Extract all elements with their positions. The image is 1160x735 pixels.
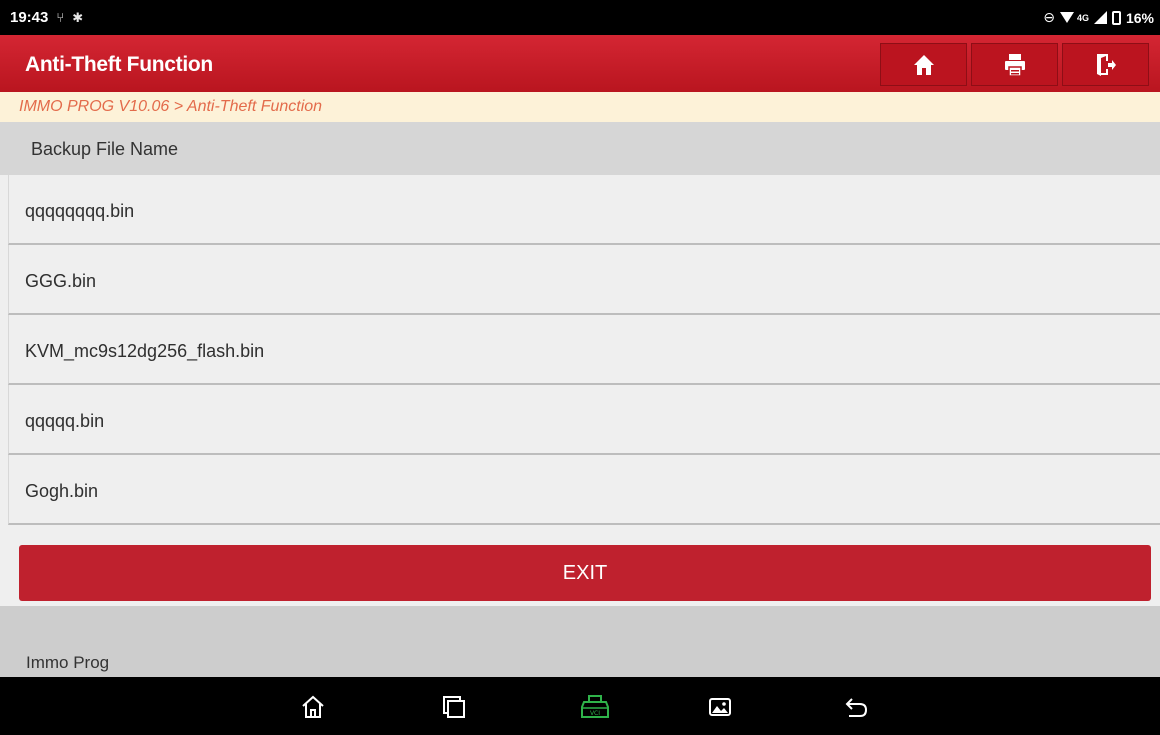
file-name: GGG.bin: [25, 271, 97, 291]
home-icon: [913, 54, 934, 75]
list-item[interactable]: qqqqq.bin: [8, 385, 1160, 455]
dnd-icon: ⊖: [1043, 9, 1055, 25]
gallery-icon: [709, 698, 731, 716]
list-item[interactable]: KVM_mc9s12dg256_flash.bin: [8, 315, 1160, 385]
signal-icon: [1093, 11, 1107, 24]
exit-button[interactable]: EXIT: [19, 545, 1151, 601]
back-icon: [845, 698, 868, 717]
print-button[interactable]: [971, 43, 1058, 86]
print-icon: [1004, 53, 1025, 77]
status-time: 19:43: [10, 9, 49, 26]
battery-icon: [1111, 10, 1121, 25]
column-header: Backup File Name: [0, 122, 1160, 175]
file-list[interactable]: qqqqqqqq.bin GGG.bin KVM_mc9s12dg256_fla…: [0, 175, 1160, 539]
usb-debug-icon: ⑂: [56, 10, 65, 25]
file-name: qqqqqqqq.bin: [25, 201, 135, 221]
file-name: qqqqq.bin: [25, 411, 105, 431]
network-type: 4G: [1076, 12, 1089, 23]
exit-icon: [1096, 53, 1116, 76]
nav-gallery-button[interactable]: [707, 694, 733, 720]
status-bar-right: ⊖ 4G 16%: [1043, 9, 1154, 26]
status-bar: 19:43 ⑂ ✱ ⊖ 4G 16%: [0, 0, 1160, 35]
list-item[interactable]: GGG.bin: [8, 245, 1160, 315]
navigation-bar: VCI: [0, 677, 1160, 735]
file-name: Gogh.bin: [25, 481, 99, 501]
wifi-icon: [1059, 12, 1074, 23]
nav-back-button[interactable]: [843, 694, 869, 720]
bluetooth-icon: ✱: [72, 9, 84, 25]
battery-level: 16%: [1125, 9, 1154, 26]
list-item[interactable]: Gogh.bin: [8, 455, 1160, 525]
footer-bar: Immo Prog: [0, 606, 1160, 677]
svg-text:VCI: VCI: [590, 710, 600, 717]
status-bar-left: 19:43 ⑂ ✱: [10, 9, 83, 26]
vci-icon: VCI: [581, 695, 609, 718]
nav-vci-button[interactable]: VCI: [580, 694, 610, 720]
recent-apps-icon: [443, 696, 465, 718]
exit-app-button[interactable]: [1062, 43, 1149, 86]
list-item[interactable]: qqqqqqqq.bin: [8, 175, 1160, 245]
breadcrumb-text: IMMO PROG V10.06 > Anti-Theft Function: [19, 98, 323, 115]
breadcrumb: IMMO PROG V10.06 > Anti-Theft Function: [0, 92, 1160, 122]
nav-recent-apps-button[interactable]: [441, 694, 467, 720]
footer-label: Immo Prog: [26, 653, 110, 672]
page-title: Anti-Theft Function: [25, 53, 213, 76]
column-header-label: Backup File Name: [31, 139, 179, 159]
file-name: KVM_mc9s12dg256_flash.bin: [25, 341, 265, 361]
exit-area: EXIT: [0, 539, 1160, 606]
nav-home-button[interactable]: [300, 694, 326, 720]
home-outline-icon: [302, 695, 324, 718]
title-bar: Anti-Theft Function: [0, 35, 1160, 92]
home-button[interactable]: [880, 43, 967, 86]
